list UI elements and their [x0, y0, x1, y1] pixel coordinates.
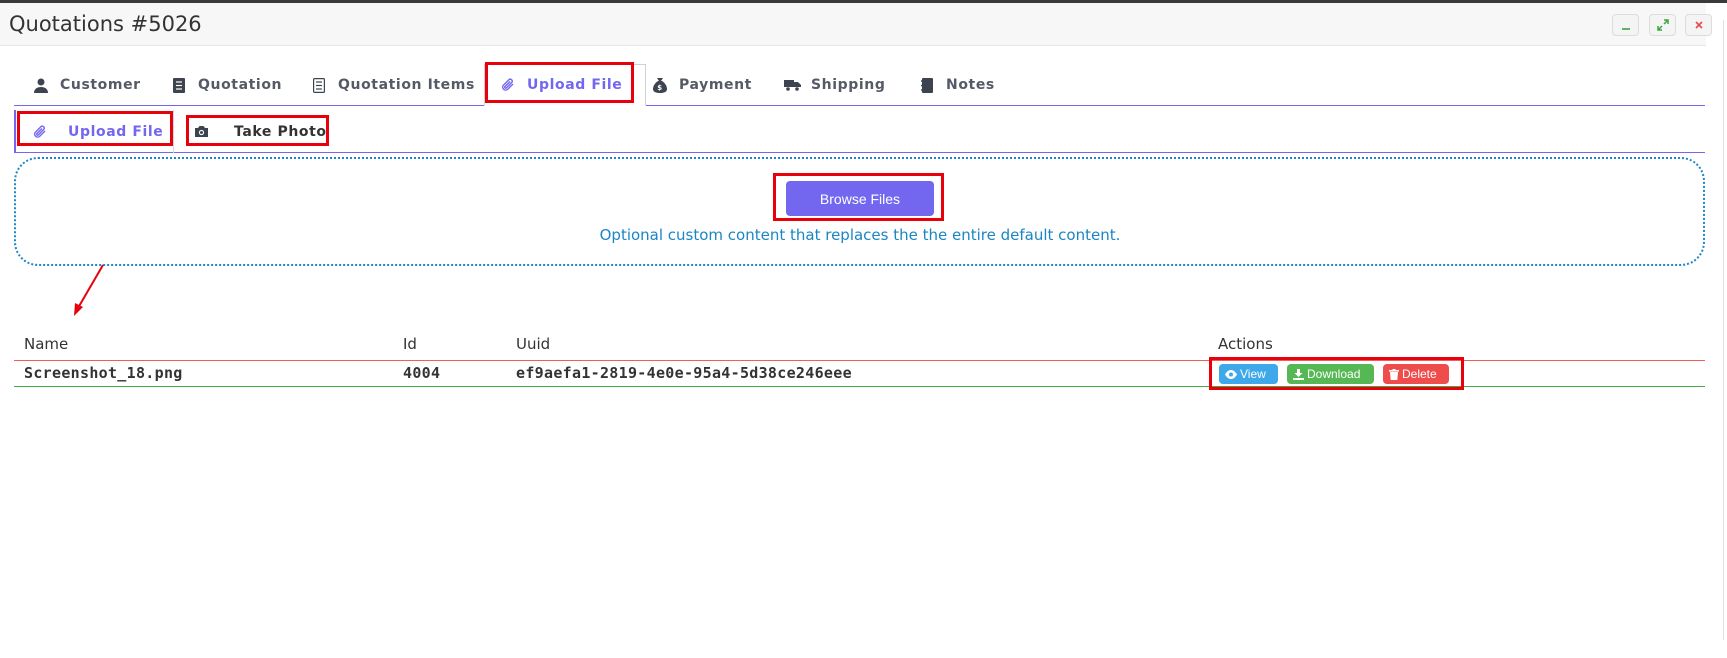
- annotation-arrow: [74, 264, 104, 316]
